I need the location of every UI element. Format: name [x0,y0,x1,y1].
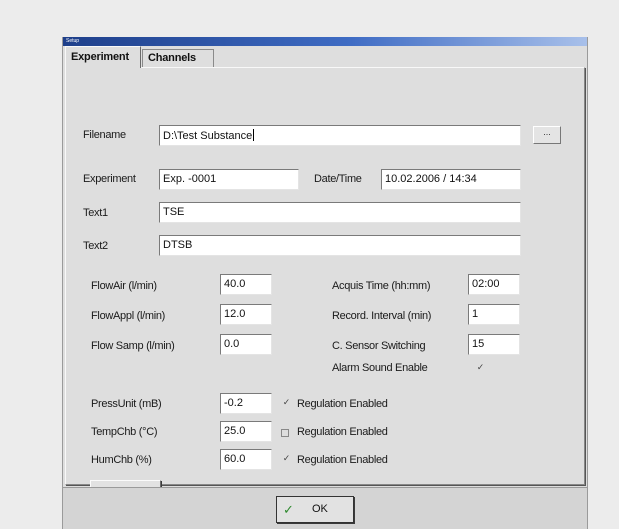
sensor-switching-label: C. Sensor Switching [332,340,426,352]
alarm-sound-checkbox[interactable]: ✓ [475,362,486,373]
temp-regulation-checkbox[interactable] [281,429,289,437]
text-caret [253,129,255,141]
sensor-switching-field[interactable]: 15 [468,334,520,355]
flow-samp-label: Flow Samp (l/min) [91,340,175,352]
flow-air-field[interactable]: 40.0 [220,274,272,295]
filename-label: Filename [83,129,126,141]
record-interval-field[interactable]: 1 [468,304,520,325]
hum-chb-label: HumChb (%) [91,454,152,466]
hum-regulation-checkbox[interactable]: ✓ [281,453,292,464]
text1-field[interactable]: TSE [159,202,521,223]
setup-window: Setup Experiment Channels Filename D:\Te… [62,37,588,529]
press-regulation-label: Regulation Enabled [297,398,388,410]
filename-value: D:\Test Substance [163,130,253,142]
record-interval-label: Record. Interval (min) [332,310,432,322]
acquis-time-field[interactable]: 02:00 [468,274,520,295]
text1-label: Text1 [83,207,108,219]
temp-chb-label: TempChb (°C) [91,426,158,438]
flow-samp-field[interactable]: 0.0 [220,334,272,355]
alarm-sound-label: Alarm Sound Enable [332,362,428,374]
ok-label: OK [312,503,328,515]
temp-regulation-label: Regulation Enabled [297,426,388,438]
flow-appl-field[interactable]: 12.0 [220,304,272,325]
hum-regulation-label: Regulation Enabled [297,454,388,466]
tab-experiment[interactable]: Experiment [65,46,141,68]
text2-field[interactable]: DTSB [159,235,521,256]
checkmark-icon: ✓ [283,502,294,517]
hum-chb-field[interactable]: 60.0 [220,449,272,470]
filename-field[interactable]: D:\Test Substance [159,125,521,146]
datetime-field[interactable]: 10.02.2006 / 14:34 [381,169,521,190]
press-unit-label: PressUnit (mB) [91,398,162,410]
title-bar[interactable]: Setup [63,37,587,46]
flow-air-label: FlowAir (l/min) [91,280,157,292]
datetime-label: Date/Time [314,173,362,185]
ok-button[interactable]: ✓ OK [276,496,354,523]
tab-channels[interactable]: Channels [142,49,214,67]
temp-chb-field[interactable]: 25.0 [220,421,272,442]
flow-appl-label: FlowAppl (l/min) [91,310,166,322]
browse-button[interactable]: ... [533,126,561,144]
acquis-time-label: Acquis Time (hh:mm) [332,280,431,292]
window-title: Setup [66,38,80,44]
press-unit-field[interactable]: -0.2 [220,393,272,414]
experiment-label: Experiment [83,173,136,185]
text2-label: Text2 [83,240,108,252]
press-regulation-checkbox[interactable]: ✓ [281,397,292,408]
button-bar: ✓ OK [63,487,587,529]
experiment-field[interactable]: Exp. -0001 [159,169,299,190]
experiment-panel: Filename D:\Test Substance ... Experimen… [65,67,585,506]
